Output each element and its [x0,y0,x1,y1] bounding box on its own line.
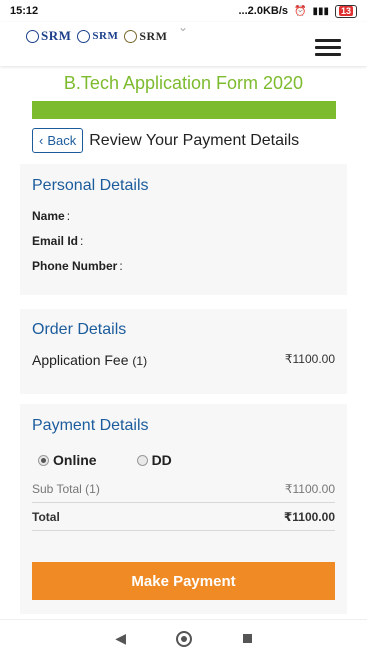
srm-logo-text: SRM [92,30,119,42]
battery-icon: 13 [334,4,357,18]
payment-method-group: Online DD [38,452,172,468]
nav-recents-icon[interactable] [242,634,252,643]
colon: : [66,209,71,223]
email-label: Email Id [32,234,79,248]
signal-icon: ▮▮▮ [312,5,329,17]
app-header: ⌄ SRM SRM SRM [0,20,367,66]
order-item-amount: ₹1100.00 [284,352,335,366]
seal-icon [26,29,39,43]
back-button[interactable]: ‹ Back [32,128,84,153]
srm-ap-logo: SRM [124,29,167,44]
back-button-label: Back [47,133,77,148]
srm-logo-text: SRM [41,28,72,43]
srm-logo-text: SRM [139,28,168,43]
make-payment-button[interactable]: Make Payment [32,562,335,600]
order-details-card: Order Details Application Fee (1) ₹1100.… [20,309,347,394]
progress-bar [32,101,336,119]
radio-dd-label: DD [151,452,172,468]
total-amount: ₹1100.00 [283,510,335,524]
system-nav-bar: ◀ [0,619,367,657]
phone-label: Phone Number [32,259,118,273]
order-item-count: (1) [132,354,148,368]
battery-level: 13 [338,5,353,16]
name-field: Name: [32,209,70,223]
radio-online[interactable]: Online [38,452,97,468]
radio-dot [136,454,148,466]
payment-details-heading: Payment Details [32,417,149,434]
nav-home-icon[interactable] [176,630,193,647]
personal-details-card: Personal Details Name: Email Id: Phone N… [20,164,347,295]
colon: : [80,234,84,248]
personal-details-heading: Personal Details [32,177,149,194]
srm-logo: SRM [26,28,71,44]
radio-dot [38,454,49,466]
seal-icon [77,29,91,43]
order-item-row: Application Fee (1) ₹1100.00 [32,352,335,368]
status-time: 15:12 [10,5,39,17]
alarm-icon: ⏰ [294,5,307,17]
name-label: Name [32,209,65,223]
chevron-down-icon[interactable]: ⌄ [178,20,190,34]
status-bar: 15:12 ...2.0KB/s ⏰ ▮▮▮ 13 [0,0,367,22]
colon: : [119,259,123,273]
progress-fill [32,101,336,119]
review-header: ‹ Back Review Your Payment Details [32,128,299,153]
subtotal-row: Sub Total (1) ₹1100.00 [20,482,347,496]
radio-dd[interactable]: DD [136,452,172,468]
order-details-heading: Order Details [32,321,127,338]
email-field: Email Id: [32,234,83,248]
subtotal-label: Sub Total (1) [32,482,100,496]
page-title: Review Your Payment Details [89,131,300,149]
form-title: B.Tech Application Form 2020 [63,73,304,93]
phone-field: Phone Number: [32,259,123,273]
total-row: Total ₹1100.00 [20,510,347,524]
chevron-left-icon: ‹ [39,133,44,148]
status-icons: ...2.0KB/s ⏰ ▮▮▮ 13 [238,4,357,18]
divider [32,530,335,531]
menu-icon[interactable] [315,39,341,56]
total-label: Total [32,510,60,524]
radio-online-label: Online [53,452,97,468]
divider [32,502,335,503]
nav-back-icon[interactable]: ◀ [115,630,126,647]
logo-group: SRM SRM SRM [26,28,168,44]
seal-icon [124,29,138,43]
srm-university-logo: SRM [77,29,119,43]
subtotal-amount: ₹1100.00 [284,482,335,496]
network-speed: ...2.0KB/s [238,5,289,17]
order-item: Application Fee (1) [32,352,147,368]
payment-details-card: Payment Details Online DD Sub Total (1) … [20,404,347,614]
order-item-label: Application Fee [32,352,129,368]
